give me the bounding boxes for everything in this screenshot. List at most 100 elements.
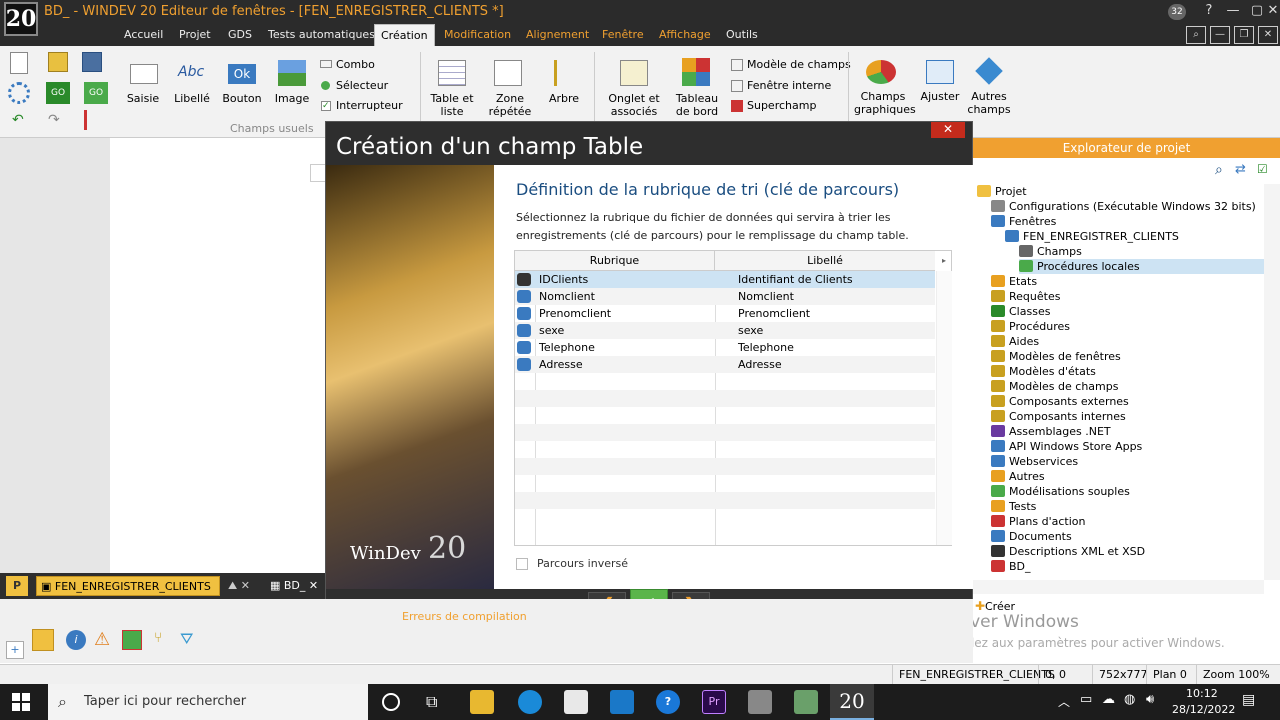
menu-creation[interactable]: Création: [374, 24, 435, 46]
tree-item-classes[interactable]: Classes: [991, 304, 1050, 319]
column-header-rubrique[interactable]: Rubrique: [515, 251, 715, 271]
tree-item-aides[interactable]: Aides: [991, 334, 1039, 349]
project-icon[interactable]: P: [6, 576, 28, 596]
saisie-button[interactable]: Saisie: [120, 92, 166, 105]
tree-item-composants-externes[interactable]: Composants externes: [991, 394, 1129, 409]
table-row[interactable]: Nomclient Nomclient: [515, 288, 935, 305]
table-row[interactable]: Adresse Adresse: [515, 356, 935, 373]
tree-item-autres[interactable]: Autres: [991, 469, 1045, 484]
tree-item-modelisations-souples[interactable]: Modélisations souples: [991, 484, 1130, 499]
redo-icon[interactable]: ↷: [48, 112, 64, 128]
globe-icon[interactable]: ◍: [1124, 692, 1135, 707]
tree-item-modeles-champs[interactable]: Modèles de champs: [991, 379, 1118, 394]
tree-item-modeles-etats[interactable]: Modèles d'états: [991, 364, 1096, 379]
network-icon[interactable]: ▭: [1080, 692, 1092, 707]
tree-item-api-windows-store[interactable]: API Windows Store Apps: [991, 439, 1142, 454]
zone-repetee-button[interactable]: Zone répétée: [486, 92, 534, 118]
hierarchy-icon[interactable]: [32, 629, 54, 651]
champs-graphiques-icon[interactable]: [866, 60, 896, 84]
tree-item-requetes[interactable]: Requêtes: [991, 289, 1060, 304]
parcours-inverse-checkbox[interactable]: [516, 558, 528, 570]
maintenance-icon[interactable]: [794, 690, 818, 714]
settings-icon[interactable]: [8, 82, 30, 104]
image-icon[interactable]: [278, 60, 306, 86]
table-liste-button[interactable]: Table et liste: [428, 92, 476, 118]
premiere-icon[interactable]: Pr: [702, 690, 726, 714]
menu-alignement[interactable]: Alignement: [520, 24, 595, 46]
table-row[interactable]: sexe sexe: [515, 322, 935, 339]
tree-item-descriptions-xml[interactable]: Descriptions XML et XSD: [991, 544, 1145, 559]
dialog-close-button[interactable]: ✕: [931, 122, 965, 138]
menu-accueil[interactable]: Accueil: [118, 24, 169, 46]
edge-icon[interactable]: [518, 690, 542, 714]
ribbon-close-icon[interactable]: ✕: [1258, 26, 1278, 44]
tree-item-fenetres[interactable]: Fenêtres: [991, 214, 1056, 229]
modele-champs-icon[interactable]: [731, 59, 743, 71]
tree-item-champs[interactable]: Champs: [1019, 244, 1082, 259]
tableau-bord-icon[interactable]: [682, 58, 710, 86]
tree-item-bd[interactable]: BD_: [991, 559, 1031, 574]
notification-center-icon[interactable]: ▤: [1242, 692, 1255, 708]
tree-icon[interactable]: ⑂: [154, 630, 162, 646]
libelle-icon[interactable]: Abc: [178, 64, 208, 80]
superchamp-button[interactable]: Superchamp: [747, 99, 816, 112]
interrupteur-button[interactable]: Interrupteur: [336, 99, 403, 112]
image-icon[interactable]: [122, 630, 142, 650]
menu-outils[interactable]: Outils: [720, 24, 764, 46]
add-icon[interactable]: +: [6, 641, 24, 659]
ajuster-icon[interactable]: [926, 60, 954, 84]
bouton-button[interactable]: Bouton: [220, 92, 264, 105]
menu-projet[interactable]: Projet: [173, 24, 217, 46]
tree-item-project[interactable]: Projet: [977, 184, 1027, 199]
table-scrollbar[interactable]: [936, 271, 952, 545]
tree-item-assemblages-net[interactable]: Assemblages .NET: [991, 424, 1111, 439]
zone-repetee-icon[interactable]: [494, 60, 522, 86]
table-row[interactable]: Telephone Telephone: [515, 339, 935, 356]
close-icon[interactable]: ✕: [1262, 2, 1280, 20]
tree-item-tests[interactable]: Tests: [991, 499, 1036, 514]
notification-badge[interactable]: 32: [1168, 4, 1186, 20]
tableau-bord-button[interactable]: Tableau de bord: [668, 92, 726, 118]
clock-date[interactable]: 28/12/2022: [1172, 703, 1235, 716]
store-icon[interactable]: [564, 690, 588, 714]
tree-hscrollbar[interactable]: [973, 580, 1264, 594]
tab-bd[interactable]: ▦ BD_ ✕: [266, 576, 324, 596]
sync-icon[interactable]: ⇄: [1235, 162, 1246, 177]
tree-item-etats[interactable]: Etats: [991, 274, 1037, 289]
fenetre-interne-button[interactable]: Fenêtre interne: [747, 79, 831, 92]
autres-champs-button[interactable]: Autres champs: [966, 90, 1012, 116]
image-button[interactable]: Image: [272, 92, 312, 105]
tree-item-composants-internes[interactable]: Composants internes: [991, 409, 1126, 424]
rubrique-table[interactable]: Rubrique Libellé ▸ IDClients Identifiant …: [514, 250, 952, 546]
tree-item-webservices[interactable]: Webservices: [991, 454, 1078, 469]
minimize-icon[interactable]: —: [1222, 2, 1244, 20]
arbre-button[interactable]: Arbre: [546, 92, 582, 105]
menu-fenetre[interactable]: Fenêtre: [596, 24, 650, 46]
table-icon[interactable]: [438, 60, 466, 86]
champs-graphiques-button[interactable]: Champs graphiques: [854, 90, 916, 116]
tree-item-plans-action[interactable]: Plans d'action: [991, 514, 1086, 529]
search-icon[interactable]: ⌕: [1215, 162, 1223, 178]
modele-champs-button[interactable]: Modèle de champs: [747, 58, 851, 71]
window-editor[interactable]: [110, 138, 330, 573]
tree-item-fen-enregistrer-clients[interactable]: FEN_ENREGISTRER_CLIENTS: [1005, 229, 1179, 244]
tray-chevron-icon[interactable]: ︿: [1058, 693, 1070, 710]
undo-icon[interactable]: ↶: [12, 112, 28, 128]
interrupteur-icon[interactable]: ✓: [321, 101, 331, 111]
bouton-icon[interactable]: Ok: [228, 64, 256, 84]
combo-button[interactable]: Combo: [336, 58, 375, 71]
clock-time[interactable]: 10:12: [1186, 687, 1218, 700]
volume-icon[interactable]: 🔊︎: [1146, 692, 1154, 707]
libelle-button[interactable]: Libellé: [170, 92, 214, 105]
selecteur-button[interactable]: Sélecteur: [336, 79, 388, 92]
onglet-icon[interactable]: [620, 60, 648, 86]
ribbon-restore-icon[interactable]: ❐: [1234, 26, 1254, 44]
taskbar-search[interactable]: Taper ici pour rechercher: [48, 684, 368, 720]
ribbon-minimize-icon[interactable]: —: [1210, 26, 1230, 44]
parcours-inverse-label[interactable]: Parcours inversé: [537, 557, 628, 570]
warning-icon[interactable]: ⚠: [94, 629, 110, 650]
windev-taskbar-icon[interactable]: 20: [830, 684, 874, 720]
search-icon[interactable]: ⌕: [1186, 26, 1206, 44]
task-view-icon[interactable]: ⧉: [426, 692, 437, 712]
mail-icon[interactable]: [610, 690, 634, 714]
